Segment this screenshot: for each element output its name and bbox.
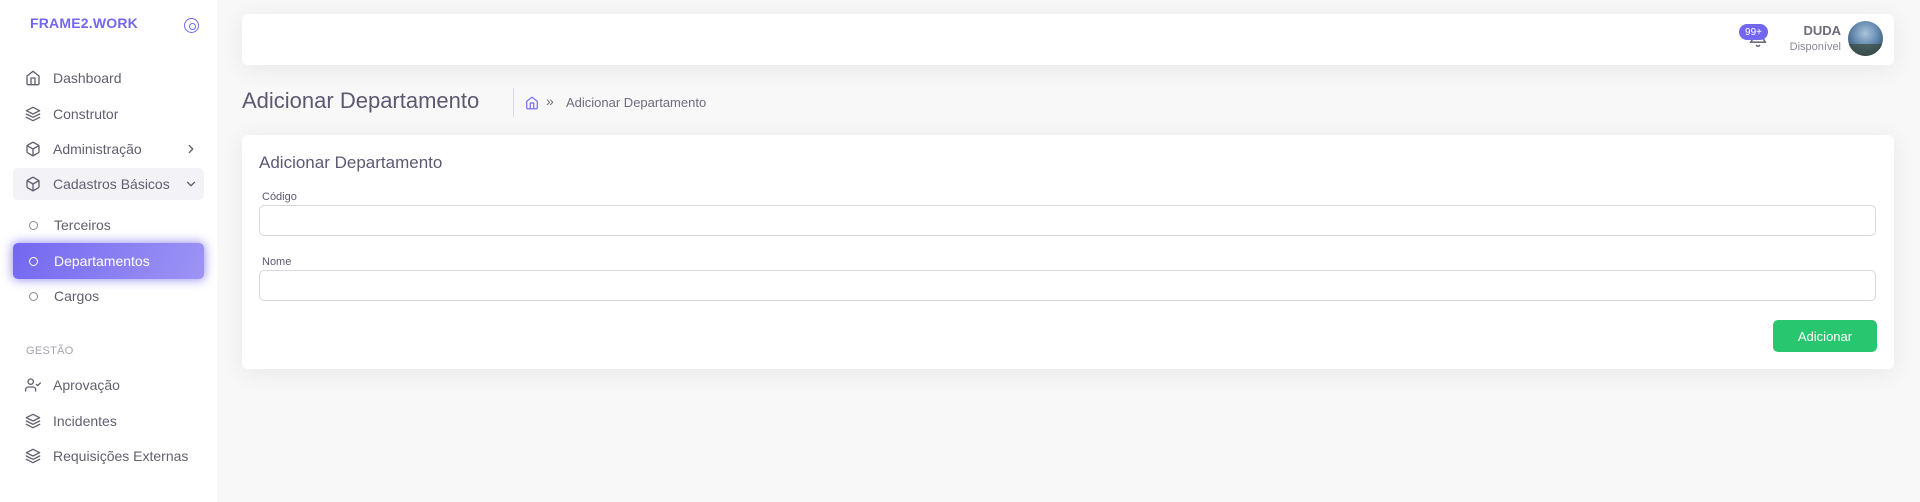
sidebar-item-label: Requisições Externas bbox=[53, 448, 189, 464]
avatar[interactable] bbox=[1848, 21, 1883, 56]
sidebar: FRAME2.WORK Dashboard Construtor Adminis… bbox=[0, 0, 217, 502]
sidebar-item-label: Dashboard bbox=[53, 70, 122, 86]
package-icon bbox=[25, 176, 41, 192]
circle-icon bbox=[29, 220, 38, 230]
notification-badge: 99+ bbox=[1739, 24, 1768, 40]
layers-icon bbox=[25, 448, 41, 464]
nome-input[interactable] bbox=[259, 270, 1876, 301]
sidebar-item-label: Incidentes bbox=[53, 413, 117, 429]
top-navbar: 99+ DUDA Disponível bbox=[242, 14, 1894, 65]
section-header-gestao: GESTÃO bbox=[26, 345, 74, 357]
chevron-down-icon bbox=[186, 181, 196, 187]
user-check-icon bbox=[25, 377, 41, 393]
breadcrumb-separator: » bbox=[546, 93, 554, 109]
codigo-input[interactable] bbox=[259, 205, 1876, 236]
breadcrumb-current: Adicionar Departamento bbox=[566, 95, 707, 110]
brand-name[interactable]: FRAME2.WORK bbox=[30, 15, 138, 31]
breadcrumb-home-icon[interactable] bbox=[525, 96, 539, 110]
form-card: Adicionar Departamento Código Nome Adici… bbox=[242, 135, 1894, 369]
sidebar-item-label: Construtor bbox=[53, 106, 119, 122]
sidebar-item-incidentes[interactable]: Incidentes bbox=[13, 405, 204, 437]
sidebar-item-label: Terceiros bbox=[54, 217, 111, 233]
chevron-right-icon bbox=[188, 144, 194, 154]
circle-icon bbox=[29, 256, 38, 266]
sidebar-item-label: Departamentos bbox=[54, 253, 150, 269]
sidebar-item-label: Cadastros Básicos bbox=[53, 176, 170, 192]
sidebar-item-aprovacao[interactable]: Aprovação bbox=[13, 369, 204, 401]
layers-icon bbox=[25, 413, 41, 429]
sidebar-item-administracao[interactable]: Administração bbox=[13, 133, 204, 165]
card-title: Adicionar Departamento bbox=[259, 153, 443, 172]
sidebar-item-cadastros-basicos[interactable]: Cadastros Básicos bbox=[13, 168, 204, 200]
adicionar-button[interactable]: Adicionar bbox=[1773, 320, 1877, 352]
sidebar-toggle-icon[interactable] bbox=[184, 18, 199, 33]
layers-icon bbox=[25, 106, 41, 122]
codigo-label: Código bbox=[262, 191, 297, 203]
page-title: Adicionar Departamento bbox=[242, 88, 480, 113]
home-icon bbox=[25, 70, 41, 86]
title-divider bbox=[513, 88, 514, 117]
sidebar-item-label: Administração bbox=[53, 141, 142, 157]
sidebar-subitem-terceiros[interactable]: Terceiros bbox=[13, 207, 204, 243]
sidebar-item-dashboard[interactable]: Dashboard bbox=[13, 62, 204, 94]
circle-icon bbox=[29, 291, 38, 301]
package-icon bbox=[25, 141, 41, 157]
sidebar-subitem-cargos[interactable]: Cargos bbox=[13, 278, 204, 314]
nome-label: Nome bbox=[262, 256, 292, 268]
sidebar-item-construtor[interactable]: Construtor bbox=[13, 98, 204, 130]
sidebar-item-label: Cargos bbox=[54, 288, 100, 304]
user-status: Disponível bbox=[1789, 41, 1841, 53]
sidebar-item-requisicoes-externas[interactable]: Requisições Externas bbox=[13, 440, 204, 472]
sidebar-subitem-departamentos[interactable]: Departamentos bbox=[13, 243, 204, 279]
user-name[interactable]: DUDA bbox=[1803, 23, 1841, 38]
sidebar-item-label: Aprovação bbox=[53, 377, 120, 393]
